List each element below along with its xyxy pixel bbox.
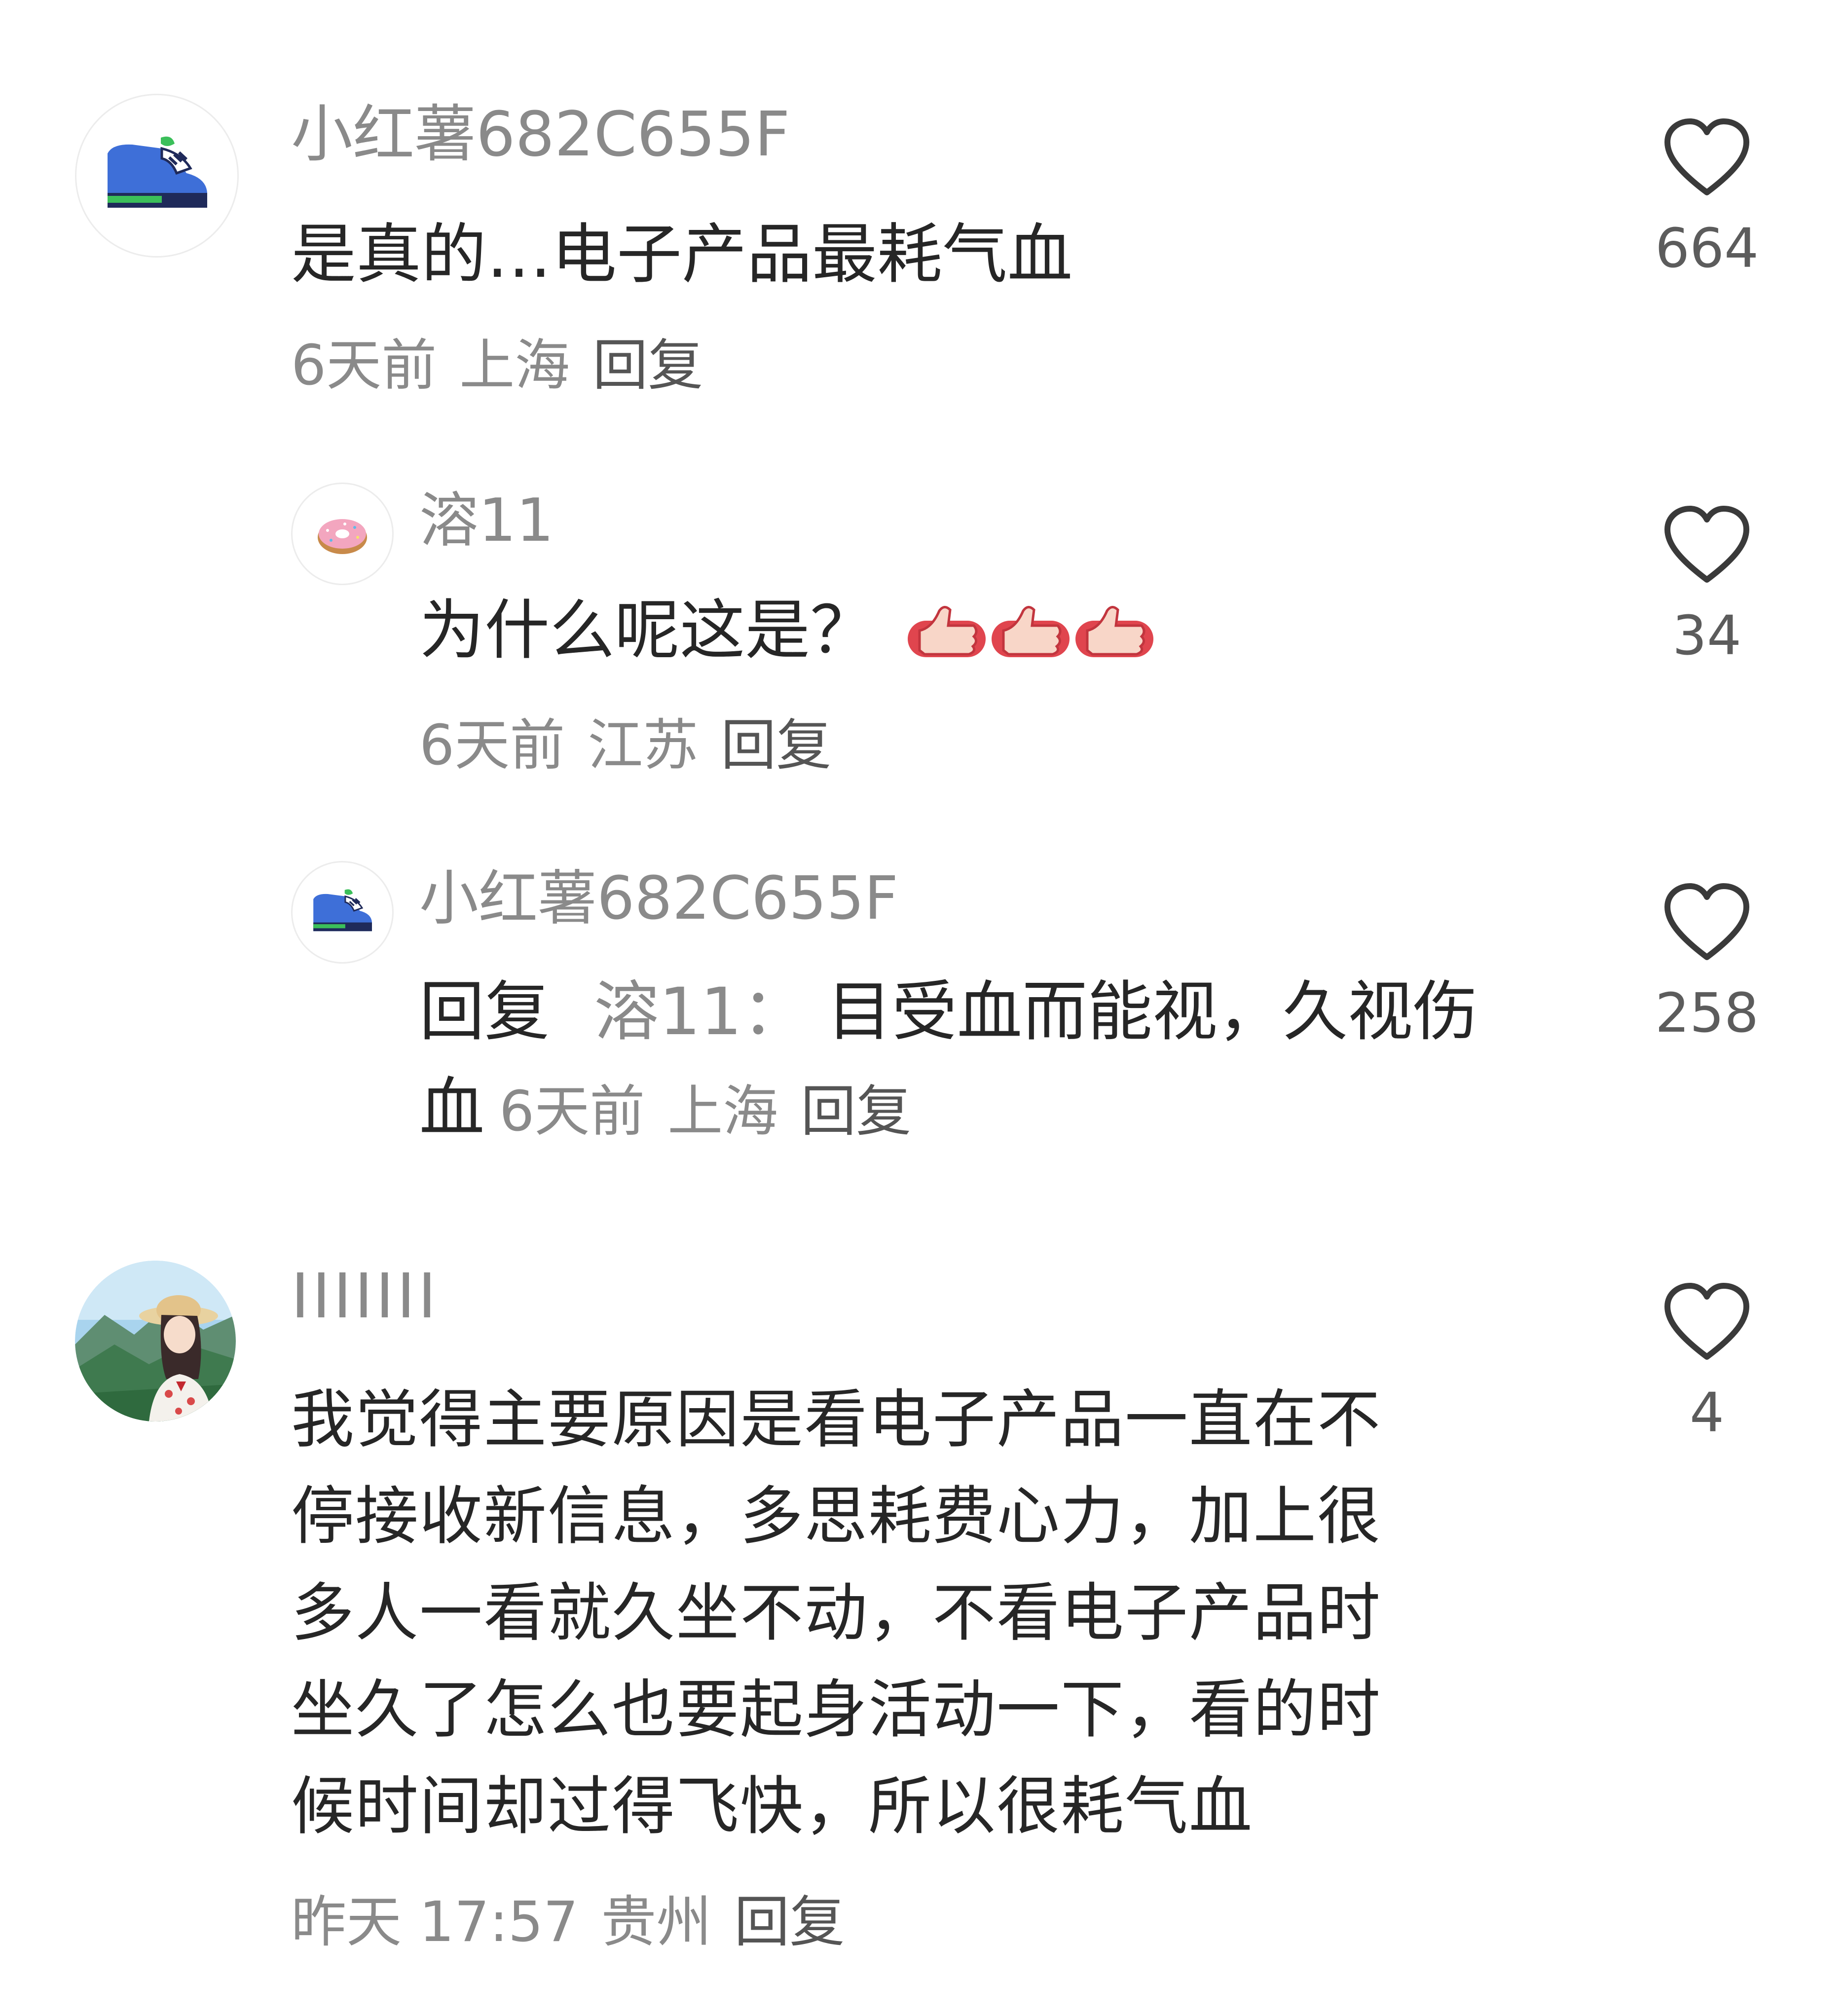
emoji-group xyxy=(905,601,1156,660)
avatar[interactable] xyxy=(291,861,394,964)
like-button[interactable]: 258 xyxy=(1655,883,1759,1040)
comment-time: 6天前 xyxy=(291,334,437,398)
comment-text-line: 停接收新信息，多思耗费心力，加上很 xyxy=(291,1480,1382,1553)
reply-button[interactable]: 回复 xyxy=(801,1080,911,1144)
comment-meta: 6天前 上海 回复 xyxy=(499,1084,911,1139)
comment-text: 是真的…电子产品最耗气血 xyxy=(291,217,1072,293)
thumbs-up-icon xyxy=(908,606,986,657)
comment-location: 上海 xyxy=(459,334,570,398)
comment-location: 上海 xyxy=(667,1080,778,1144)
username[interactable]: 溶11 xyxy=(419,491,554,551)
comment-time: 昨天 17:57 xyxy=(291,1890,579,1954)
username[interactable]: 小红薯682C655F xyxy=(291,104,790,165)
avatar[interactable] xyxy=(75,1261,236,1421)
like-button[interactable]: 34 xyxy=(1662,506,1751,663)
like-button[interactable]: 4 xyxy=(1662,1283,1751,1440)
comment-text-line: 候时间却过得飞快，所以很耗气血 xyxy=(291,1770,1254,1843)
reply-to-user[interactable]: 溶11： xyxy=(594,974,807,1050)
heart-outline-icon xyxy=(1664,118,1749,195)
sneaker-icon xyxy=(108,136,207,208)
avatar[interactable] xyxy=(291,483,394,585)
like-count: 258 xyxy=(1655,981,1759,1045)
comment-meta: 昨天 17:57 贵州 回复 xyxy=(291,1895,845,1950)
thumbs-up-icon xyxy=(1075,606,1153,657)
reply-button[interactable]: 回复 xyxy=(734,1890,845,1954)
donut-icon xyxy=(318,519,367,554)
reply-button[interactable]: 回复 xyxy=(721,713,831,778)
comment-location: 江苏 xyxy=(588,713,699,778)
username[interactable]: IIIIIII xyxy=(291,1266,439,1327)
comment-time: 6天前 xyxy=(499,1080,645,1144)
heart-outline-icon xyxy=(1664,506,1749,583)
like-button[interactable]: 664 xyxy=(1655,118,1759,275)
comment-text-line: 我觉得主要原因是看电子产品一直在不 xyxy=(291,1383,1382,1456)
comment-text: 为什么呢这是？ xyxy=(419,598,1156,663)
comment-text-line2: 血 xyxy=(419,1070,484,1146)
girl-landscape-avatar-icon xyxy=(75,1261,236,1421)
comment-meta: 6天前 江苏 回复 xyxy=(419,718,831,773)
comment-text-body: 为什么呢这是？ xyxy=(419,593,875,669)
comment-text-line: 多人一看就久坐不动，不看电子产品时 xyxy=(291,1576,1382,1650)
like-count: 34 xyxy=(1672,604,1741,667)
comment-text-line1: 目受血而能视，久视伤 xyxy=(826,974,1478,1050)
reply-prefix: 回复 xyxy=(419,974,550,1050)
comment-text-line2-row: 血 6天前 上海 回复 xyxy=(419,1076,911,1141)
comment-text: 我觉得主要原因是看电子产品一直在不 停接收新信息，多思耗费心力，加上很 多人一看… xyxy=(291,1372,1574,1855)
reply-button[interactable]: 回复 xyxy=(592,334,703,398)
comment-text: 回复 溶11： 目受血而能视，久视伤 xyxy=(419,979,1478,1045)
thumbs-up-icon xyxy=(992,606,1070,657)
heart-outline-icon xyxy=(1664,1283,1749,1360)
comment-meta: 6天前 上海 回复 xyxy=(291,338,703,393)
heart-outline-icon xyxy=(1664,883,1749,960)
sneaker-icon xyxy=(313,889,372,932)
avatar[interactable] xyxy=(75,94,239,258)
comment-text-line: 坐久了怎么也要起身活动一下，看的时 xyxy=(291,1673,1382,1747)
comment-location: 贵州 xyxy=(601,1890,712,1954)
comment-time: 6天前 xyxy=(419,713,565,778)
like-count: 4 xyxy=(1690,1381,1724,1444)
username[interactable]: 小红薯682C655F xyxy=(419,869,898,929)
like-count: 664 xyxy=(1655,217,1759,280)
